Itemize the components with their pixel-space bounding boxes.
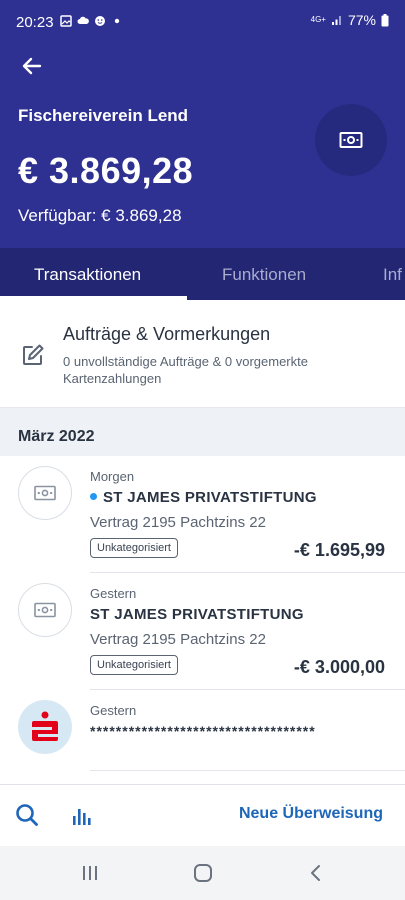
system-navigation-bar: [0, 846, 405, 900]
transaction-name: ST JAMES PRIVATSTIFTUNG: [90, 606, 304, 623]
tab-transaktionen[interactable]: Transaktionen: [34, 265, 141, 285]
banknote-icon: [339, 132, 363, 148]
face-icon: [95, 16, 105, 26]
transaction-name: ***********************************: [90, 723, 316, 739]
transaction-amount: -€ 3.000,00: [293, 657, 385, 677]
tab-funktionen[interactable]: Funktionen: [222, 265, 306, 285]
transaction-description: Vertrag 2195 Pachtzins 22: [90, 514, 266, 531]
sparkasse-logo-icon: [32, 711, 58, 741]
transaction-item[interactable]: Gestern ST JAMES PRIVATSTIFTUNG Vertrag …: [0, 573, 405, 690]
pending-dot: [90, 493, 97, 500]
tab-bar: Transaktionen Funktionen Inf: [0, 248, 405, 300]
back-icon[interactable]: [304, 861, 328, 885]
status-bar: 20:23 4G+ 77%: [0, 0, 405, 44]
status-time: 20:23: [16, 14, 54, 31]
transaction-icon: [18, 466, 72, 520]
transaction-date: Gestern: [90, 703, 137, 718]
new-transfer-button[interactable]: Neue Überweisung: [239, 805, 383, 823]
account-balance: € 3.869,28: [18, 150, 194, 191]
available-balance: Verfügbar: € 3.869,28: [18, 206, 182, 225]
notification-icons: [60, 15, 123, 27]
transaction-date: Morgen: [90, 469, 135, 484]
status-right: 4G+ 77%: [311, 12, 389, 28]
network-label: 4G+: [310, 15, 326, 24]
orders-and-reservations[interactable]: Aufträge & Vormerkungen 0 unvollständige…: [0, 300, 405, 408]
battery-percent: 77%: [347, 12, 376, 28]
tab-info[interactable]: Inf: [383, 265, 402, 285]
transaction-item[interactable]: Morgen ST JAMES PRIVATSTIFTUNG Vertrag 2…: [0, 456, 405, 573]
transaction-item[interactable]: Gestern ********************************…: [0, 690, 405, 784]
edit-document-icon: [23, 344, 44, 365]
transaction-name-text: ST JAMES PRIVATSTIFTUNG: [103, 489, 317, 506]
recent-apps-icon[interactable]: [78, 861, 102, 885]
account-name: Fischereiverein Lend: [18, 106, 189, 125]
home-icon[interactable]: [191, 861, 215, 885]
battery-icon: [381, 13, 389, 26]
transaction-date: Gestern: [90, 586, 137, 601]
divider: [90, 770, 405, 771]
account-header: 20:23 4G+ 77% Fischereiverein Lend € 3.8…: [0, 0, 405, 300]
banknote-icon: [34, 485, 56, 501]
image-icon: [60, 15, 72, 27]
month-title: März 2022: [18, 428, 95, 445]
transaction-icon: [18, 700, 72, 754]
bar-chart-icon[interactable]: [70, 804, 94, 828]
category-badge[interactable]: Unkategorisiert: [90, 538, 178, 558]
banknote-icon: [34, 602, 56, 618]
dot-icon: [114, 18, 120, 24]
back-arrow-icon[interactable]: [18, 52, 46, 80]
orders-subtitle: 0 unvollständige Aufträge & 0 vorgemerkt…: [63, 354, 308, 386]
orders-title: Aufträge & Vormerkungen: [63, 324, 271, 344]
signal-icon: [331, 16, 341, 25]
account-icon-button[interactable]: [315, 104, 387, 176]
category-badge[interactable]: Unkategorisiert: [90, 655, 178, 675]
transaction-name: ST JAMES PRIVATSTIFTUNG: [90, 489, 317, 506]
month-header: März 2022: [0, 408, 405, 456]
search-icon[interactable]: [14, 802, 40, 828]
transaction-description: Vertrag 2195 Pachtzins 22: [90, 631, 266, 648]
transaction-icon: [18, 583, 72, 637]
bottom-action-bar: Neue Überweisung: [0, 784, 405, 846]
transaction-amount: -€ 1.695,99: [293, 540, 385, 560]
cloud-icon: [77, 16, 89, 24]
